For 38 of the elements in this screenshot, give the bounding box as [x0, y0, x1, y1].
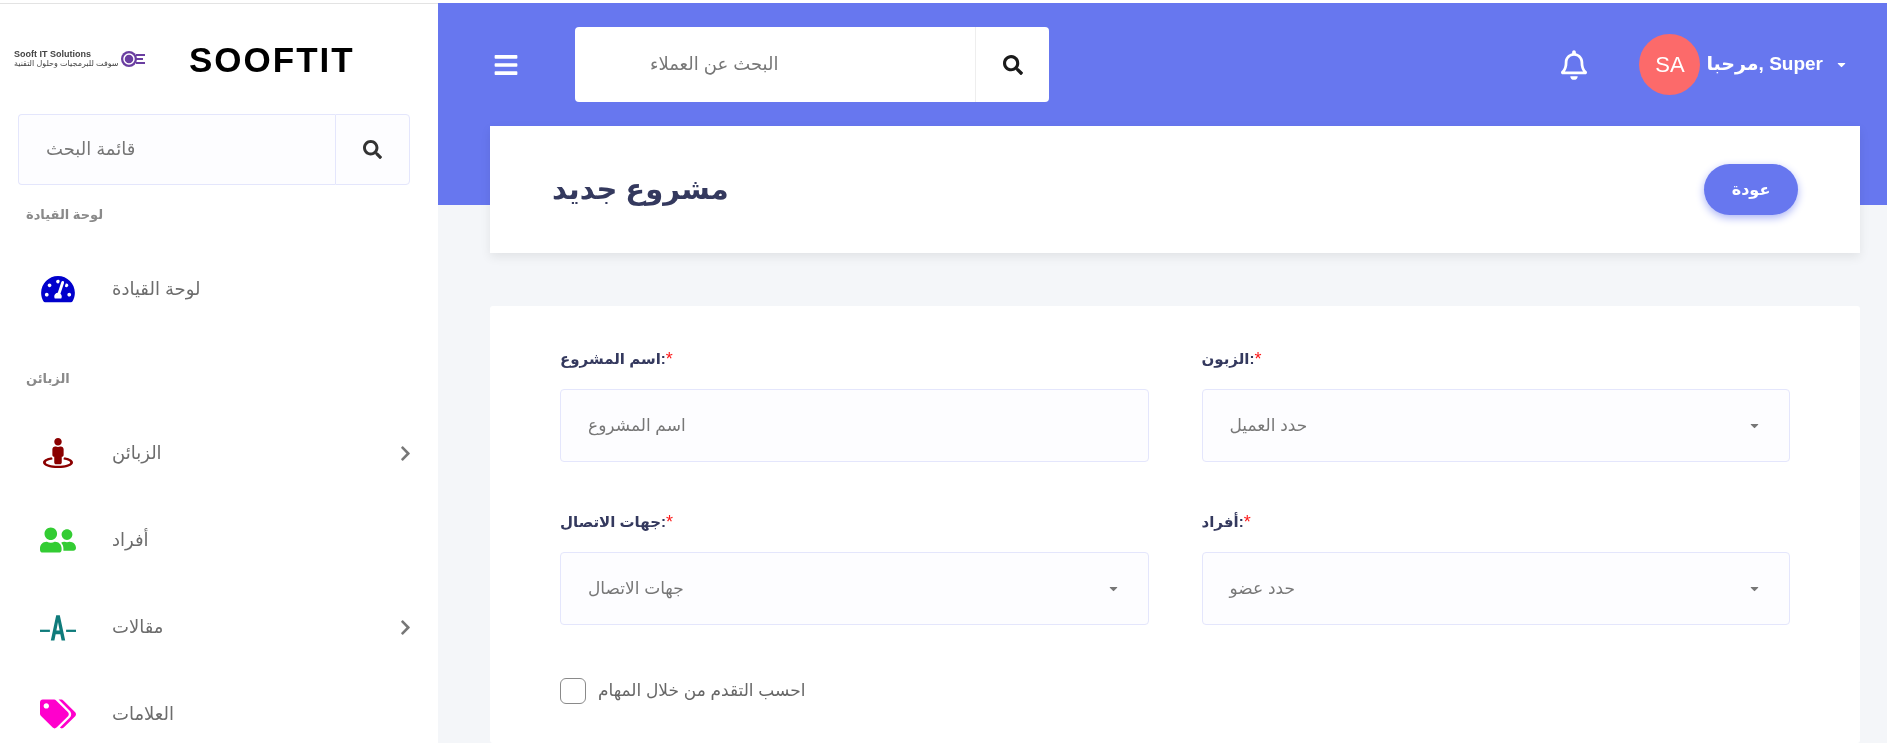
- sidebar-menu-item[interactable]: لوحة القيادة: [18, 261, 420, 317]
- user-menu-button[interactable]: مرحبا, Super: [1706, 50, 1848, 79]
- back-button[interactable]: عودة: [1704, 164, 1798, 215]
- section-heading: لوحة القيادة: [26, 206, 104, 223]
- select-field[interactable]: حدد العميل: [1201, 389, 1790, 462]
- required-mark: *: [1243, 513, 1251, 531]
- field-label: أفراد:: [1201, 513, 1244, 531]
- logo-name: Sooft IT Solutions: [14, 49, 92, 59]
- logo-mark-icon: [120, 51, 145, 67]
- select-field[interactable]: حدد عضو: [1201, 552, 1790, 625]
- search-icon: [1002, 54, 1023, 75]
- sidebar-menu-item[interactable]: مقالات: [18, 599, 420, 655]
- required-mark: *: [1254, 350, 1262, 368]
- checkbox[interactable]: [560, 678, 586, 704]
- logo-tagline: سوفت للبرمجيات وحلول التقنية: [14, 59, 119, 69]
- brand-name: SOOFTIT: [189, 41, 355, 77]
- required-mark: *: [665, 350, 673, 368]
- field-label: الزبون:: [1201, 350, 1255, 368]
- sidebar-menu-item[interactable]: أفراد: [18, 512, 420, 568]
- text-input-field[interactable]: اسم المشروع: [560, 389, 1149, 462]
- required-mark: *: [665, 513, 673, 531]
- sidebar-menu-item[interactable]: العلامات: [18, 686, 420, 742]
- field-label: اسم المشروع:: [560, 350, 666, 368]
- select-field[interactable]: جهات الاتصال: [560, 552, 1149, 625]
- notification-bell-icon[interactable]: [1561, 49, 1588, 80]
- search-icon: [363, 140, 382, 159]
- chevron-right-icon: [400, 444, 411, 462]
- search-button[interactable]: [975, 27, 1049, 102]
- user-avatar: SA: [1639, 34, 1701, 95]
- sidebar-menu-item[interactable]: الزبائن: [18, 425, 420, 481]
- menu-search-field[interactable]: قائمة البحث: [18, 114, 335, 185]
- menu-search-button[interactable]: [335, 114, 410, 185]
- chevron-right-icon: [400, 618, 411, 636]
- checkbox-label: احسب التقدم من خلال المهام: [598, 680, 806, 703]
- page-title: مشروع جديد: [552, 171, 729, 208]
- section-heading: الزبائن: [26, 370, 70, 387]
- customer-search-field[interactable]: البحث عن العملاء: [575, 27, 975, 102]
- field-label: جهات الاتصال:: [560, 513, 666, 531]
